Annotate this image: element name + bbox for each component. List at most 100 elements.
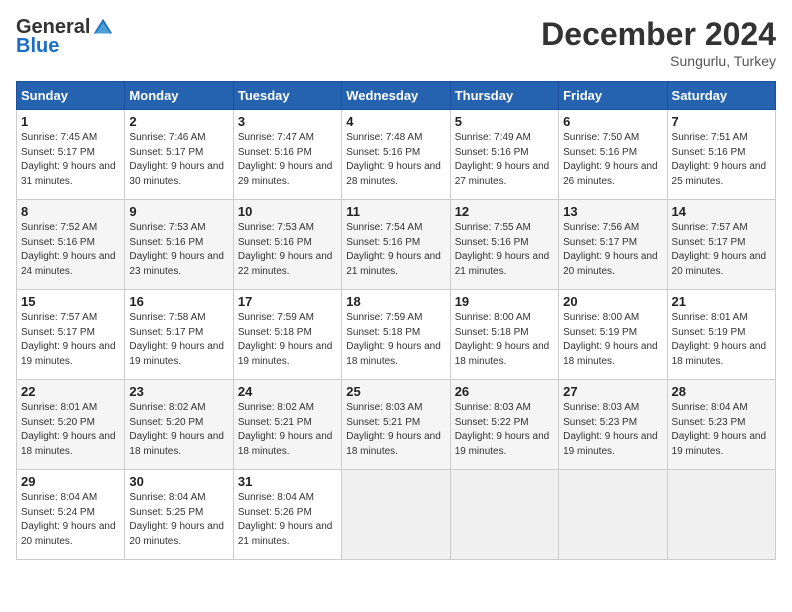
day-info: Sunrise: 7:55 AM Sunset: 5:16 PM Dayligh…: [455, 221, 554, 279]
day-number: 29: [21, 474, 120, 489]
page-header: General Blue December 2024 Sungurlu, Tur…: [16, 16, 776, 69]
day-info: Sunrise: 8:01 AM Sunset: 5:20 PM Dayligh…: [21, 401, 120, 459]
day-info: Sunrise: 7:52 AM Sunset: 5:16 PM Dayligh…: [21, 221, 120, 279]
table-row: 25 Sunrise: 8:03 AM Sunset: 5:21 PM Dayl…: [342, 380, 450, 470]
col-saturday: Saturday: [667, 82, 775, 110]
table-row: 21 Sunrise: 8:01 AM Sunset: 5:19 PM Dayl…: [667, 290, 775, 380]
day-info: Sunrise: 8:03 AM Sunset: 5:23 PM Dayligh…: [563, 401, 662, 459]
day-info: Sunrise: 7:53 AM Sunset: 5:16 PM Dayligh…: [129, 221, 228, 279]
day-number: 22: [21, 384, 120, 399]
day-number: 4: [346, 114, 445, 129]
day-number: 10: [238, 204, 337, 219]
day-number: 12: [455, 204, 554, 219]
table-row: [342, 470, 450, 560]
day-info: Sunrise: 7:48 AM Sunset: 5:16 PM Dayligh…: [346, 131, 445, 189]
day-info: Sunrise: 7:49 AM Sunset: 5:16 PM Dayligh…: [455, 131, 554, 189]
calendar-week-row: 8 Sunrise: 7:52 AM Sunset: 5:16 PM Dayli…: [17, 200, 776, 290]
col-friday: Friday: [559, 82, 667, 110]
table-row: 12 Sunrise: 7:55 AM Sunset: 5:16 PM Dayl…: [450, 200, 558, 290]
calendar-header-row: Sunday Monday Tuesday Wednesday Thursday…: [17, 82, 776, 110]
logo-icon: [92, 17, 114, 39]
table-row: 20 Sunrise: 8:00 AM Sunset: 5:19 PM Dayl…: [559, 290, 667, 380]
col-sunday: Sunday: [17, 82, 125, 110]
table-row: 23 Sunrise: 8:02 AM Sunset: 5:20 PM Dayl…: [125, 380, 233, 470]
logo: General Blue: [16, 16, 114, 58]
day-number: 1: [21, 114, 120, 129]
table-row: 15 Sunrise: 7:57 AM Sunset: 5:17 PM Dayl…: [17, 290, 125, 380]
day-info: Sunrise: 7:50 AM Sunset: 5:16 PM Dayligh…: [563, 131, 662, 189]
table-row: 30 Sunrise: 8:04 AM Sunset: 5:25 PM Dayl…: [125, 470, 233, 560]
table-row: 31 Sunrise: 8:04 AM Sunset: 5:26 PM Dayl…: [233, 470, 341, 560]
table-row: 13 Sunrise: 7:56 AM Sunset: 5:17 PM Dayl…: [559, 200, 667, 290]
day-number: 3: [238, 114, 337, 129]
day-number: 13: [563, 204, 662, 219]
col-wednesday: Wednesday: [342, 82, 450, 110]
day-number: 20: [563, 294, 662, 309]
day-info: Sunrise: 7:45 AM Sunset: 5:17 PM Dayligh…: [21, 131, 120, 189]
table-row: 27 Sunrise: 8:03 AM Sunset: 5:23 PM Dayl…: [559, 380, 667, 470]
day-info: Sunrise: 7:53 AM Sunset: 5:16 PM Dayligh…: [238, 221, 337, 279]
table-row: [559, 470, 667, 560]
calendar-week-row: 1 Sunrise: 7:45 AM Sunset: 5:17 PM Dayli…: [17, 110, 776, 200]
table-row: 7 Sunrise: 7:51 AM Sunset: 5:16 PM Dayli…: [667, 110, 775, 200]
calendar-week-row: 22 Sunrise: 8:01 AM Sunset: 5:20 PM Dayl…: [17, 380, 776, 470]
day-number: 6: [563, 114, 662, 129]
day-number: 2: [129, 114, 228, 129]
day-number: 31: [238, 474, 337, 489]
table-row: 19 Sunrise: 8:00 AM Sunset: 5:18 PM Dayl…: [450, 290, 558, 380]
table-row: 4 Sunrise: 7:48 AM Sunset: 5:16 PM Dayli…: [342, 110, 450, 200]
day-info: Sunrise: 7:56 AM Sunset: 5:17 PM Dayligh…: [563, 221, 662, 279]
day-number: 17: [238, 294, 337, 309]
day-info: Sunrise: 7:47 AM Sunset: 5:16 PM Dayligh…: [238, 131, 337, 189]
day-info: Sunrise: 7:54 AM Sunset: 5:16 PM Dayligh…: [346, 221, 445, 279]
calendar-week-row: 15 Sunrise: 7:57 AM Sunset: 5:17 PM Dayl…: [17, 290, 776, 380]
col-monday: Monday: [125, 82, 233, 110]
table-row: 3 Sunrise: 7:47 AM Sunset: 5:16 PM Dayli…: [233, 110, 341, 200]
day-info: Sunrise: 8:04 AM Sunset: 5:24 PM Dayligh…: [21, 491, 120, 549]
day-info: Sunrise: 8:02 AM Sunset: 5:21 PM Dayligh…: [238, 401, 337, 459]
table-row: [667, 470, 775, 560]
day-number: 8: [21, 204, 120, 219]
table-row: 6 Sunrise: 7:50 AM Sunset: 5:16 PM Dayli…: [559, 110, 667, 200]
calendar-table: Sunday Monday Tuesday Wednesday Thursday…: [16, 81, 776, 560]
day-number: 15: [21, 294, 120, 309]
day-number: 23: [129, 384, 228, 399]
day-number: 14: [672, 204, 771, 219]
day-number: 30: [129, 474, 228, 489]
day-number: 11: [346, 204, 445, 219]
day-info: Sunrise: 8:04 AM Sunset: 5:23 PM Dayligh…: [672, 401, 771, 459]
table-row: 2 Sunrise: 7:46 AM Sunset: 5:17 PM Dayli…: [125, 110, 233, 200]
table-row: 16 Sunrise: 7:58 AM Sunset: 5:17 PM Dayl…: [125, 290, 233, 380]
table-row: 28 Sunrise: 8:04 AM Sunset: 5:23 PM Dayl…: [667, 380, 775, 470]
table-row: 22 Sunrise: 8:01 AM Sunset: 5:20 PM Dayl…: [17, 380, 125, 470]
logo-blue: Blue: [16, 35, 59, 58]
day-number: 24: [238, 384, 337, 399]
table-row: 1 Sunrise: 7:45 AM Sunset: 5:17 PM Dayli…: [17, 110, 125, 200]
calendar-week-row: 29 Sunrise: 8:04 AM Sunset: 5:24 PM Dayl…: [17, 470, 776, 560]
day-number: 26: [455, 384, 554, 399]
table-row: 26 Sunrise: 8:03 AM Sunset: 5:22 PM Dayl…: [450, 380, 558, 470]
day-info: Sunrise: 7:59 AM Sunset: 5:18 PM Dayligh…: [238, 311, 337, 369]
table-row: 10 Sunrise: 7:53 AM Sunset: 5:16 PM Dayl…: [233, 200, 341, 290]
table-row: 8 Sunrise: 7:52 AM Sunset: 5:16 PM Dayli…: [17, 200, 125, 290]
day-info: Sunrise: 7:46 AM Sunset: 5:17 PM Dayligh…: [129, 131, 228, 189]
day-number: 21: [672, 294, 771, 309]
day-number: 25: [346, 384, 445, 399]
table-row: 5 Sunrise: 7:49 AM Sunset: 5:16 PM Dayli…: [450, 110, 558, 200]
table-row: 11 Sunrise: 7:54 AM Sunset: 5:16 PM Dayl…: [342, 200, 450, 290]
day-number: 7: [672, 114, 771, 129]
day-number: 27: [563, 384, 662, 399]
col-thursday: Thursday: [450, 82, 558, 110]
day-info: Sunrise: 8:04 AM Sunset: 5:25 PM Dayligh…: [129, 491, 228, 549]
day-number: 19: [455, 294, 554, 309]
day-number: 18: [346, 294, 445, 309]
day-info: Sunrise: 8:03 AM Sunset: 5:21 PM Dayligh…: [346, 401, 445, 459]
day-number: 9: [129, 204, 228, 219]
table-row: 18 Sunrise: 7:59 AM Sunset: 5:18 PM Dayl…: [342, 290, 450, 380]
day-info: Sunrise: 7:57 AM Sunset: 5:17 PM Dayligh…: [21, 311, 120, 369]
day-info: Sunrise: 8:03 AM Sunset: 5:22 PM Dayligh…: [455, 401, 554, 459]
table-row: 29 Sunrise: 8:04 AM Sunset: 5:24 PM Dayl…: [17, 470, 125, 560]
day-info: Sunrise: 7:59 AM Sunset: 5:18 PM Dayligh…: [346, 311, 445, 369]
day-info: Sunrise: 8:04 AM Sunset: 5:26 PM Dayligh…: [238, 491, 337, 549]
day-number: 16: [129, 294, 228, 309]
